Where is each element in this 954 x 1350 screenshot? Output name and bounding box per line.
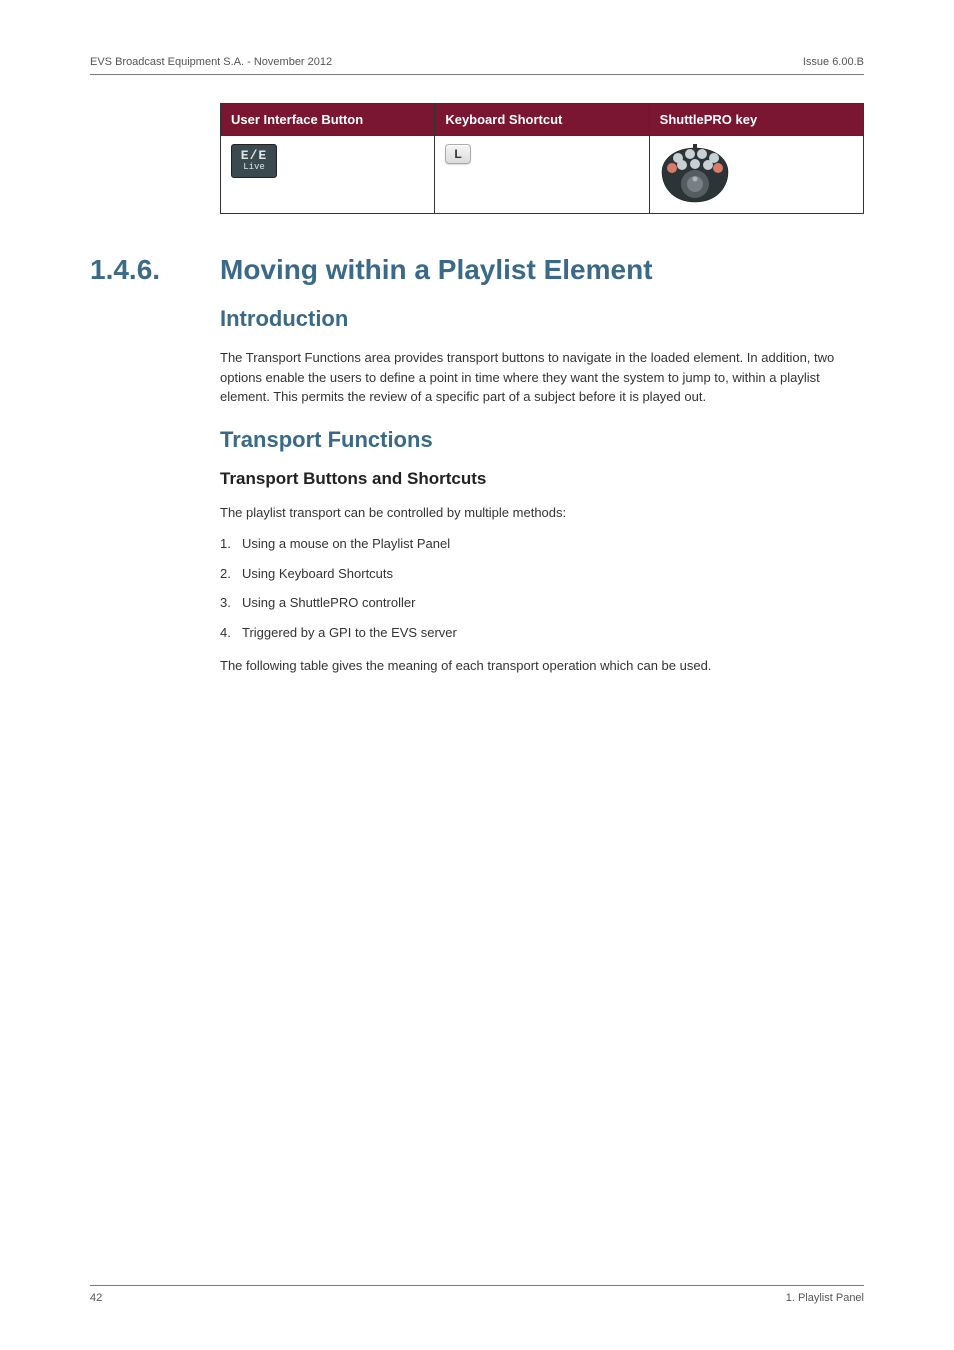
th-ui-button: User Interface Button: [221, 104, 435, 136]
shuttlepro-icon: [660, 144, 730, 204]
transport-buttons-subheading: Transport Buttons and Shortcuts: [220, 469, 864, 489]
list-item: 2.Using Keyboard Shortcuts: [220, 564, 864, 584]
header-left: EVS Broadcast Equipment S.A. - November …: [90, 56, 332, 68]
th-keyboard-shortcut: Keyboard Shortcut: [435, 104, 649, 136]
section-title: Moving within a Playlist Element: [220, 254, 653, 286]
list-item: 1.Using a mouse on the Playlist Panel: [220, 534, 864, 554]
header-rule: [90, 74, 864, 75]
keycap-l: L: [445, 144, 470, 164]
section-heading-row: 1.4.6. Moving within a Playlist Element: [220, 254, 864, 286]
ee-live-button: E/E Live: [231, 144, 277, 178]
list-item-text: Using a ShuttlePRO controller: [242, 595, 415, 610]
transport-tail: The following table gives the meaning of…: [220, 656, 864, 676]
ee-live-label-top: E/E: [232, 149, 276, 163]
ee-live-label-bottom: Live: [232, 163, 276, 173]
page-header: EVS Broadcast Equipment S.A. - November …: [90, 56, 864, 74]
footer-rule: [90, 1285, 864, 1286]
cell-shuttlepro: [649, 136, 863, 214]
transport-lead: The playlist transport can be controlled…: [220, 503, 864, 523]
section-number: 1.4.6.: [90, 254, 220, 286]
shortcut-table: User Interface Button Keyboard Shortcut …: [220, 103, 864, 214]
list-item-text: Using Keyboard Shortcuts: [242, 566, 393, 581]
table-row: E/E Live L: [221, 136, 864, 214]
transport-functions-heading: Transport Functions: [220, 427, 864, 453]
list-item-text: Triggered by a GPI to the EVS server: [242, 625, 457, 640]
methods-list: 1.Using a mouse on the Playlist Panel 2.…: [220, 534, 864, 642]
list-item: 4.Triggered by a GPI to the EVS server: [220, 623, 864, 643]
cell-ui-button: E/E Live: [221, 136, 435, 214]
page-footer: 42 1. Playlist Panel: [90, 1285, 864, 1304]
list-item-text: Using a mouse on the Playlist Panel: [242, 536, 450, 551]
intro-paragraph: The Transport Functions area provides tr…: [220, 348, 864, 407]
intro-heading: Introduction: [220, 306, 864, 332]
th-shuttlepro-key: ShuttlePRO key: [649, 104, 863, 136]
list-item: 3.Using a ShuttlePRO controller: [220, 593, 864, 613]
footer-section: 1. Playlist Panel: [786, 1292, 864, 1304]
footer-page-number: 42: [90, 1292, 102, 1304]
cell-keyboard-shortcut: L: [435, 136, 649, 214]
header-right: Issue 6.00.B: [803, 56, 864, 68]
